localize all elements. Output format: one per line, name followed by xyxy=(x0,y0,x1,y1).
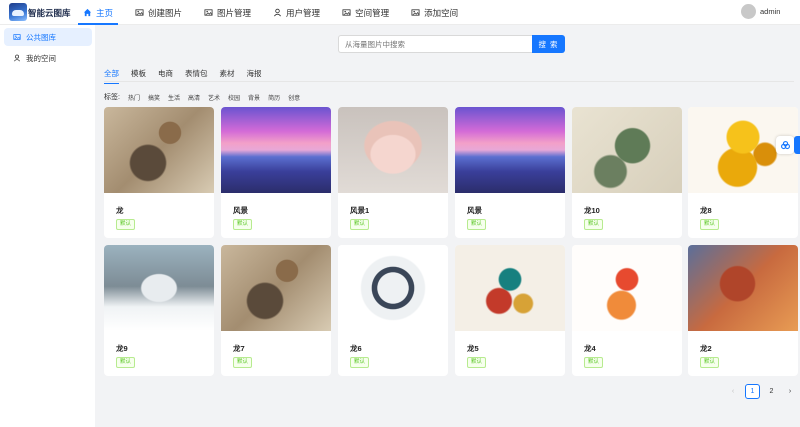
picture-thumbnail xyxy=(104,245,214,331)
picture-thumbnail xyxy=(572,245,682,331)
image-icon xyxy=(204,9,213,16)
category-badge: 默认 xyxy=(350,357,370,368)
category-badge: 默认 xyxy=(700,219,720,230)
category-badge: 默认 xyxy=(233,219,253,230)
picture-thumbnail xyxy=(455,245,565,331)
tag-campus[interactable]: 校园 xyxy=(228,93,240,102)
picture-card[interactable]: 龙10 默认 xyxy=(572,107,682,238)
picture-card[interactable]: 龙8 默认 xyxy=(688,107,798,238)
category-badge: 默认 xyxy=(116,219,136,230)
picture-name: 龙10 xyxy=(584,206,600,215)
picture-thumbnail xyxy=(338,107,448,193)
picture-thumbnail xyxy=(221,107,331,193)
tag-background[interactable]: 背景 xyxy=(248,93,260,102)
search-input[interactable] xyxy=(338,35,532,53)
tag-funny[interactable]: 搞笑 xyxy=(148,93,160,102)
picture-thumbnail xyxy=(338,245,448,331)
picture-card[interactable]: 龙 默认 xyxy=(104,107,214,238)
category-badge: 默认 xyxy=(584,357,604,368)
nav-space-manage[interactable]: 空间管理 xyxy=(335,0,396,25)
image-icon xyxy=(411,9,420,16)
nav-picture-manage-label: 图片管理 xyxy=(217,7,252,18)
image-icon xyxy=(342,9,351,16)
picture-name: 风景1 xyxy=(350,206,370,215)
picture-thumbnail xyxy=(221,245,331,331)
tag-filter: 标签: 热门 搞笑 生活 高清 艺术 校园 背景 简历 创意 xyxy=(104,92,308,102)
nav-add-space[interactable]: 添加空间 xyxy=(404,0,465,25)
user-icon xyxy=(274,8,282,17)
category-badge: 默认 xyxy=(350,219,370,230)
tag-creative[interactable]: 创意 xyxy=(288,93,300,102)
image-icon xyxy=(135,9,144,16)
picture-name: 风景 xyxy=(233,206,248,215)
brand-name[interactable]: 智能云图库 xyxy=(28,7,71,19)
sidebar-item-my-space[interactable]: 我的空间 xyxy=(4,49,92,67)
category-badge: 默认 xyxy=(467,219,487,230)
picture-card[interactable]: 龙4 默认 xyxy=(572,245,682,376)
top-header: 智能云图库 主页 创建图片 图片管理 用户管理 空间管理 添加空间 admin xyxy=(0,0,800,25)
picture-card[interactable]: 龙7 默认 xyxy=(221,245,331,376)
picture-name: 龙8 xyxy=(700,206,712,215)
tag-art[interactable]: 艺术 xyxy=(208,93,220,102)
picture-thumbnail xyxy=(688,245,798,331)
pagination-page-1[interactable]: 1 xyxy=(745,384,760,399)
floating-tool-button[interactable] xyxy=(776,136,794,154)
category-badge: 默认 xyxy=(467,357,487,368)
sidebar-item-public-gallery[interactable]: 公共图库 xyxy=(4,28,92,46)
picture-thumbnail xyxy=(455,107,565,193)
nav-home[interactable]: 主页 xyxy=(76,0,120,25)
avatar[interactable] xyxy=(741,4,756,19)
nav-user-manage[interactable]: 用户管理 xyxy=(266,0,327,25)
picture-name: 龙 xyxy=(116,206,124,215)
sidebar-item-label: 公共图库 xyxy=(26,32,56,42)
nav-create-picture[interactable]: 创建图片 xyxy=(128,0,189,25)
sidebar-item-label: 我的空间 xyxy=(26,53,56,63)
picture-card[interactable]: 风景 默认 xyxy=(221,107,331,238)
nav-user-manage-label: 用户管理 xyxy=(286,7,321,18)
search-button[interactable]: 搜 索 xyxy=(532,35,565,53)
nav-picture-manage[interactable]: 图片管理 xyxy=(197,0,258,25)
picture-card[interactable]: 龙2 默认 xyxy=(688,245,798,376)
picture-name: 风景 xyxy=(467,206,482,215)
nav-home-label: 主页 xyxy=(96,7,114,18)
picture-name: 龙5 xyxy=(467,344,479,353)
user-icon xyxy=(13,54,21,62)
tag-hot[interactable]: 热门 xyxy=(128,93,140,102)
picture-card[interactable]: 龙6 默认 xyxy=(338,245,448,376)
category-badge: 默认 xyxy=(116,357,136,368)
tag-life[interactable]: 生活 xyxy=(168,93,180,102)
picture-card[interactable]: 龙5 默认 xyxy=(455,245,565,376)
tag-resume[interactable]: 简历 xyxy=(268,93,280,102)
picture-name: 龙4 xyxy=(584,344,596,353)
picture-card[interactable]: 龙9 默认 xyxy=(104,245,214,376)
username[interactable]: admin xyxy=(760,7,780,16)
link-icon xyxy=(780,140,790,149)
sidebar: 公共图库 我的空间 xyxy=(0,25,95,427)
picture-card[interactable]: 风景1 默认 xyxy=(338,107,448,238)
main-nav: 主页 创建图片 图片管理 用户管理 空间管理 添加空间 xyxy=(76,0,473,25)
category-badge: 默认 xyxy=(233,357,253,368)
pagination-prev-button[interactable]: ‹ xyxy=(727,384,739,399)
app-logo[interactable] xyxy=(9,3,27,21)
pagination-next-button[interactable]: › xyxy=(784,384,796,399)
nav-create-picture-label: 创建图片 xyxy=(148,7,183,18)
tag-hd[interactable]: 高清 xyxy=(188,93,200,102)
nav-add-space-label: 添加空间 xyxy=(424,7,459,18)
tags-label: 标签: xyxy=(104,94,120,101)
floating-side-tab[interactable] xyxy=(794,136,800,154)
picture-name: 龙7 xyxy=(233,344,245,353)
home-icon xyxy=(83,8,92,17)
picture-card[interactable]: 风景 默认 xyxy=(455,107,565,238)
category-badge: 默认 xyxy=(700,357,720,368)
picture-name: 龙9 xyxy=(116,344,128,353)
picture-thumbnail xyxy=(104,107,214,193)
nav-space-manage-label: 空间管理 xyxy=(355,7,390,18)
picture-icon xyxy=(13,34,21,40)
picture-name: 龙6 xyxy=(350,344,362,353)
picture-name: 龙2 xyxy=(700,344,712,353)
tab-divider xyxy=(104,81,794,82)
picture-thumbnail xyxy=(572,107,682,193)
category-badge: 默认 xyxy=(584,219,604,230)
pagination-page-2[interactable]: 2 xyxy=(764,384,779,399)
